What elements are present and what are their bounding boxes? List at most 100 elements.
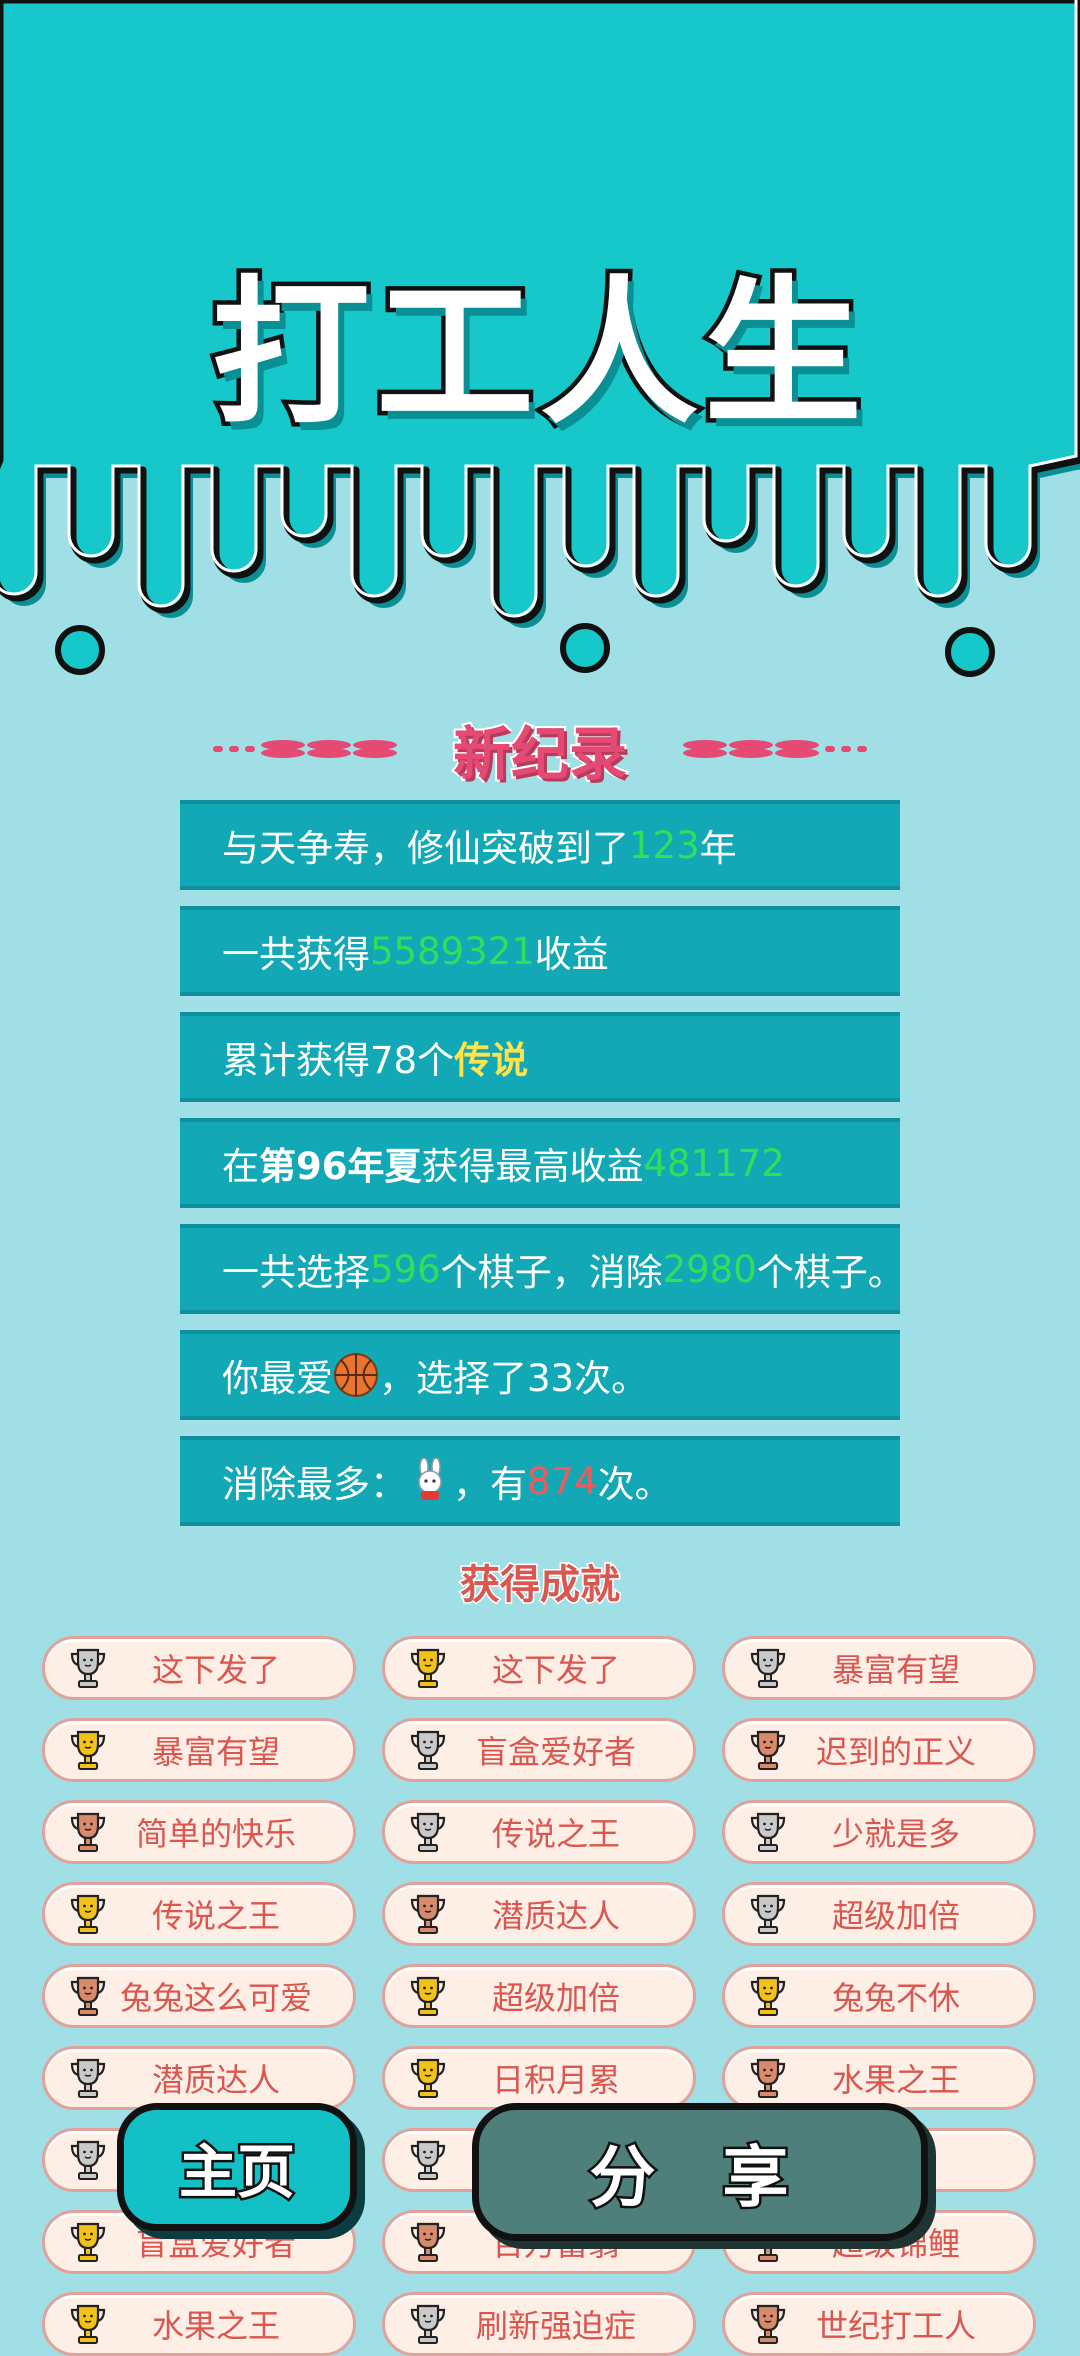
record-text: ，有 [453,1463,527,1506]
achievement-label: 兔兔不休 [831,1979,960,2017]
bronze-trophy-icon [750,2304,786,2344]
achievement-label: 传说之王 [151,1897,280,1935]
silver-trophy-icon [750,1648,786,1688]
achievement-label: 暴富有望 [831,1651,960,1689]
record-row: 你最爱 ，选择了33次。 [180,1330,900,1420]
rabbit-icon [407,1458,453,1505]
achievement-label: 潜质达人 [151,2061,280,2099]
record-row: 一共选择 596 个棋子，消除 2980 个棋子。 [180,1224,905,1314]
record-text: ，选择了33次。 [379,1357,649,1400]
achievement-label: 简单的快乐 [135,1815,296,1853]
share-button[interactable]: 分 享 [472,2103,928,2241]
gold-trophy-icon [70,2304,106,2344]
silver-trophy-icon [70,1648,106,1688]
record-highlight: 2980 [662,1247,757,1291]
achievement-label: 兔兔这么可爱 [119,1979,312,2017]
achievement-label: 盲盒爱好者 [475,1733,636,1771]
record-text: 与天争寿，修仙突破到了 [222,827,629,870]
share-button-label: 分 享 [587,2137,811,2219]
record-text: 次。 [597,1463,672,1506]
record-text: 在 [222,1145,259,1188]
record-text: 获得最高收益 [421,1145,644,1188]
bronze-trophy-icon [750,1730,786,1770]
achievement-badge: 简单的快乐 [42,1800,356,1864]
record-row: 累计获得78个 传说 [180,1012,900,1102]
bronze-trophy-icon [410,1894,446,1934]
record-highlight: 5589321 [370,929,535,973]
record-row: 消除最多： ，有 874 次。 [180,1436,900,1526]
new-record-header: 新纪录 [0,712,1080,790]
gold-trophy-icon [410,1648,446,1688]
achievement-label: 这下发了 [151,1651,280,1689]
record-text: 消除最多： [222,1463,407,1506]
record-row: 在 第96年夏 获得最高收益 481172 [180,1118,900,1208]
achievement-label: 水果之王 [831,2061,960,2099]
achievement-label: 少就是多 [831,1815,960,1853]
record-highlight: 596 [370,1247,441,1291]
achievement-badge: 传说之王 [42,1882,356,1946]
right-decoration-icon [683,740,867,758]
achievement-badge: 日积月累 [382,2046,696,2110]
achievement-label: 日积月累 [491,2061,620,2099]
gold-trophy-icon [70,1894,106,1934]
achievement-badge: 盲盒爱好者 [382,1718,696,1782]
app-title: 打工人生 [208,258,868,451]
achievement-badge: 水果之王 [42,2292,356,2356]
home-button-label: 主页 [176,2136,297,2209]
achievement-badge: 暴富有望 [722,1636,1036,1700]
basketball-icon [334,1353,378,1398]
record-highlight: 传说 [454,1039,529,1082]
achievements-title: 获得成就 [459,1561,622,1610]
achievement-badge: 世纪打工人 [722,2292,1036,2356]
achievement-label: 超级加倍 [491,1979,620,2017]
gold-trophy-icon [70,2222,106,2262]
bronze-trophy-icon [410,2222,446,2262]
achievement-badge: 少就是多 [722,1800,1036,1864]
achievement-label: 潜质达人 [491,1897,620,1935]
achievement-label: 刷新强迫症 [475,2307,636,2345]
gold-trophy-icon [410,1976,446,2016]
rabbit-icon [418,1458,442,1501]
silver-trophy-icon [410,1812,446,1852]
achievement-badge: 潜质达人 [42,2046,356,2110]
achievement-label: 水果之王 [151,2307,280,2345]
achievement-label: 迟到的正义 [815,1733,976,1771]
achievement-label: 暴富有望 [151,1733,280,1771]
record-text: 收益 [534,933,609,976]
achievement-badge: 兔兔不休 [722,1964,1036,2028]
achievement-badge: 水果之王 [722,2046,1036,2110]
achievement-badge: 刷新强迫症 [382,2292,696,2356]
silver-trophy-icon [70,2140,106,2180]
achievement-label: 超级加倍 [831,1897,960,1935]
achievement-label: 传说之王 [491,1815,620,1853]
silver-trophy-icon [70,2058,106,2098]
home-button[interactable]: 主页 [117,2103,357,2231]
gold-trophy-icon [750,1976,786,2016]
left-decoration-icon [212,740,397,758]
achievement-badge: 潜质达人 [382,1882,696,1946]
record-text: 累计获得78个 [222,1039,455,1082]
silver-trophy-icon [410,2304,446,2344]
record-text: 一共获得 [222,933,370,976]
bronze-trophy-icon [70,1812,106,1852]
achievement-badge: 超级加倍 [722,1882,1036,1946]
achievement-badge: 兔兔这么可爱 [42,1964,356,2028]
achievement-label: 世纪打工人 [815,2307,976,2345]
bronze-trophy-icon [70,1976,106,2016]
silver-trophy-icon [750,1894,786,1934]
achievement-badge: 这下发了 [42,1636,356,1700]
bronze-trophy-icon [750,2058,786,2098]
silver-trophy-icon [750,1812,786,1852]
achievement-badge: 迟到的正义 [722,1718,1036,1782]
record-list: 与天争寿，修仙突破到了 123 年一共获得 5589321 收益 累计获得78个 传说在 第… [180,800,905,1542]
achievement-badge: 暴富有望 [42,1718,356,1782]
record-text: 个棋子。 [756,1251,905,1294]
record-highlight: 481172 [643,1141,785,1185]
achievement-badge: 超级加倍 [382,1964,696,2028]
record-text: 一共选择 [222,1251,370,1294]
achievement-grid: 这下发了 这下发了 暴富有望 暴富有望 盲盒爱好者 迟到的正义 简单的快乐 传说… [42,1636,1038,2356]
record-row: 与天争寿，修仙突破到了 123 年 [180,800,900,890]
record-text: 年 [699,827,737,870]
record-highlight: 123 [629,823,700,867]
record-row: 一共获得 5589321 收益 [180,906,900,996]
